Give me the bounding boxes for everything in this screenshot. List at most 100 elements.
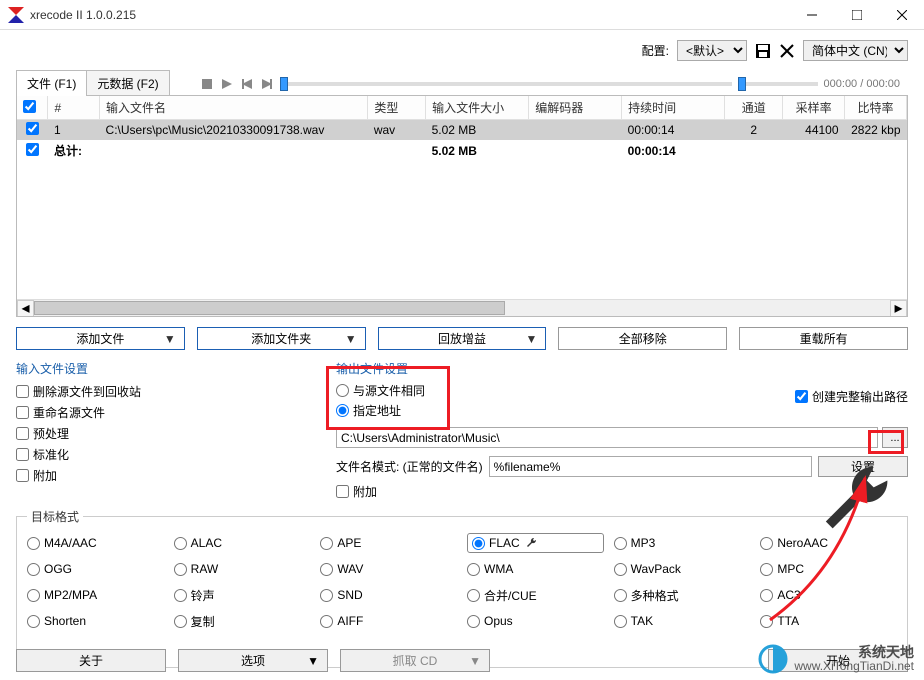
- format-radio[interactable]: [27, 563, 40, 576]
- close-button[interactable]: [879, 0, 924, 29]
- format-radio[interactable]: [320, 537, 333, 550]
- chk-delete-recycle[interactable]: [16, 385, 29, 398]
- check-all[interactable]: [23, 100, 36, 113]
- format-radio[interactable]: [174, 615, 187, 628]
- format-radio[interactable]: [760, 537, 773, 550]
- format-raw[interactable]: RAW: [174, 559, 311, 579]
- format-radio[interactable]: [614, 537, 627, 550]
- format-ac3[interactable]: AC3: [760, 585, 897, 605]
- chk-append-out[interactable]: [336, 485, 349, 498]
- chk-create-full-path[interactable]: [795, 390, 808, 403]
- minimize-button[interactable]: [789, 0, 834, 29]
- filename-pattern-input[interactable]: [489, 456, 812, 477]
- total-check[interactable]: [26, 143, 39, 156]
- set-filename-button[interactable]: 设置: [818, 456, 908, 477]
- play-button[interactable]: [220, 77, 234, 91]
- col-dur[interactable]: 持续时间: [622, 96, 725, 120]
- format-wav[interactable]: WAV: [320, 559, 457, 579]
- radio-specify-path[interactable]: [336, 404, 349, 417]
- col-check[interactable]: [17, 96, 48, 120]
- add-file-button[interactable]: 添加文件▼: [16, 327, 185, 350]
- maximize-button[interactable]: [834, 0, 879, 29]
- col-br[interactable]: 比特率: [845, 96, 907, 120]
- col-name[interactable]: 输入文件名: [100, 96, 368, 120]
- format-wma[interactable]: WMA: [467, 559, 604, 579]
- save-icon[interactable]: [755, 43, 771, 59]
- chk-append-in[interactable]: [16, 469, 29, 482]
- wrench-icon[interactable]: [526, 537, 538, 549]
- format-radio[interactable]: [760, 563, 773, 576]
- format-wavpack[interactable]: WavPack: [614, 559, 751, 579]
- replay-gain-button[interactable]: 回放增益▼: [378, 327, 547, 350]
- format-radio[interactable]: [614, 563, 627, 576]
- scroll-right-icon[interactable]: ▸: [890, 300, 907, 317]
- row-check[interactable]: [26, 122, 39, 135]
- format-radio[interactable]: [472, 537, 485, 550]
- format-mpc[interactable]: MPC: [760, 559, 897, 579]
- browse-button[interactable]: ...: [882, 427, 908, 448]
- options-button[interactable]: 选项▼: [178, 649, 328, 672]
- format-radio[interactable]: [174, 589, 187, 602]
- tab-files[interactable]: 文件 (F1): [16, 70, 87, 96]
- about-button[interactable]: 关于: [16, 649, 166, 672]
- table-row[interactable]: 1 C:\Users\pc\Music\20210330091738.wav w…: [17, 120, 907, 141]
- format-snd[interactable]: SND: [320, 585, 457, 605]
- format-radio[interactable]: [27, 615, 40, 628]
- format-radio[interactable]: [174, 537, 187, 550]
- delete-profile-icon[interactable]: [779, 43, 795, 59]
- format-mp3[interactable]: MP3: [614, 533, 751, 553]
- format-[interactable]: 多种格式: [614, 585, 751, 605]
- chk-preprocess[interactable]: [16, 427, 29, 440]
- reload-all-button[interactable]: 重载所有: [739, 327, 908, 350]
- format-[interactable]: 铃声: [174, 585, 311, 605]
- col-ch[interactable]: 通道: [725, 96, 783, 120]
- format-opus[interactable]: Opus: [467, 611, 604, 631]
- format-radio[interactable]: [320, 563, 333, 576]
- radio-same-as-source[interactable]: [336, 384, 349, 397]
- prev-button[interactable]: [240, 77, 254, 91]
- col-codec[interactable]: 编解码器: [529, 96, 622, 120]
- format-radio[interactable]: [467, 563, 480, 576]
- scroll-left-icon[interactable]: ◂: [17, 300, 34, 317]
- format-shorten[interactable]: Shorten: [27, 611, 164, 631]
- h-scrollbar[interactable]: ◂ ▸: [17, 299, 907, 316]
- remove-all-button[interactable]: 全部移除: [558, 327, 727, 350]
- col-size[interactable]: 输入文件大小: [426, 96, 529, 120]
- language-select[interactable]: 简体中文 (CN): [803, 40, 908, 61]
- chk-normalize[interactable]: [16, 448, 29, 461]
- format-radio[interactable]: [467, 615, 480, 628]
- format-alac[interactable]: ALAC: [174, 533, 311, 553]
- format-tak[interactable]: TAK: [614, 611, 751, 631]
- format-flac[interactable]: FLAC: [467, 533, 604, 553]
- format-radio[interactable]: [174, 563, 187, 576]
- output-path-input[interactable]: [336, 427, 878, 448]
- format-radio[interactable]: [320, 589, 333, 602]
- tab-metadata[interactable]: 元数据 (F2): [87, 70, 169, 96]
- format-radio[interactable]: [614, 615, 627, 628]
- format-m4aaac[interactable]: M4A/AAC: [27, 533, 164, 553]
- format-ape[interactable]: APE: [320, 533, 457, 553]
- add-folder-button[interactable]: 添加文件夹▼: [197, 327, 366, 350]
- grab-cd-button[interactable]: 抓取 CD▼: [340, 649, 490, 672]
- next-button[interactable]: [260, 77, 274, 91]
- format-radio[interactable]: [27, 589, 40, 602]
- volume-slider[interactable]: [738, 82, 818, 86]
- format-aiff[interactable]: AIFF: [320, 611, 457, 631]
- format-radio[interactable]: [760, 589, 773, 602]
- profile-select[interactable]: <默认>: [677, 40, 747, 61]
- format-radio[interactable]: [760, 615, 773, 628]
- stop-button[interactable]: [200, 77, 214, 91]
- format-radio[interactable]: [27, 537, 40, 550]
- seek-slider[interactable]: [280, 82, 732, 86]
- format-cue[interactable]: 合并/CUE: [467, 585, 604, 605]
- col-sr[interactable]: 采样率: [783, 96, 845, 120]
- format-[interactable]: 复制: [174, 611, 311, 631]
- format-mp2mpa[interactable]: MP2/MPA: [27, 585, 164, 605]
- format-radio[interactable]: [614, 589, 627, 602]
- format-radio[interactable]: [467, 589, 480, 602]
- col-num[interactable]: #: [48, 96, 100, 120]
- format-radio[interactable]: [320, 615, 333, 628]
- chk-rename-source[interactable]: [16, 406, 29, 419]
- format-tta[interactable]: TTA: [760, 611, 897, 631]
- format-ogg[interactable]: OGG: [27, 559, 164, 579]
